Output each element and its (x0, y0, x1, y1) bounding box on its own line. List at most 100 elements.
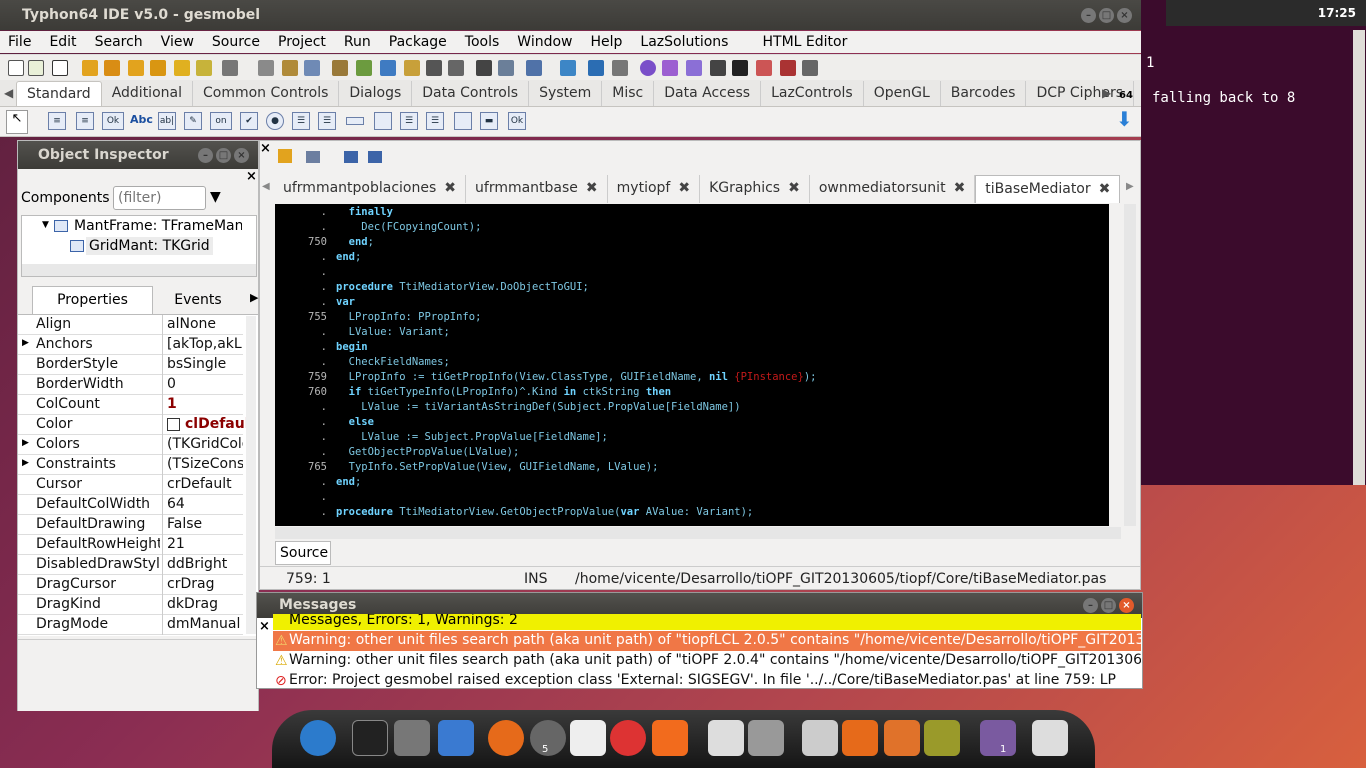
expand-icon[interactable]: ▶ (22, 438, 29, 448)
close-icon[interactable]: × (260, 141, 271, 161)
trash-icon[interactable] (1032, 720, 1068, 756)
combobox-icon[interactable]: ☰ (318, 112, 336, 130)
new-form-icon[interactable] (28, 60, 44, 76)
network-icon[interactable] (560, 60, 576, 76)
edit-icon[interactable]: ab| (158, 112, 176, 130)
clock[interactable]: 17:25 (1166, 0, 1366, 26)
code-line[interactable]: . GetObjectPropValue(LValue); (275, 446, 1109, 461)
menu-project[interactable]: Project (270, 34, 336, 50)
label-icon[interactable]: Abc (130, 112, 153, 130)
groupbox-icon[interactable] (374, 112, 392, 130)
file-tab[interactable]: ufrmmantpoblaciones ✖ (274, 175, 467, 203)
popupmenu-icon[interactable]: ≡ (76, 112, 94, 130)
property-value[interactable]: bsSingle (167, 356, 243, 372)
accessibility-icon[interactable] (300, 720, 336, 756)
property-row[interactable]: BorderWidth 0 (18, 375, 243, 395)
code-line[interactable]: . (275, 266, 1109, 281)
close-icon[interactable]: × (234, 148, 249, 163)
tab-system[interactable]: System (529, 81, 603, 106)
right-arrow-icon[interactable]: ▶ (1126, 181, 1134, 192)
right-arrow-icon[interactable]: ▶ (250, 291, 258, 304)
maximize-icon[interactable]: □ (1101, 598, 1116, 613)
actionlist-icon[interactable]: Ok (508, 112, 526, 130)
menu-run[interactable]: Run (336, 34, 381, 50)
left-arrow-icon[interactable]: ◀ (262, 181, 270, 192)
code-line[interactable]: . begin (275, 341, 1109, 356)
mainmenu-icon[interactable]: ≡ (48, 112, 66, 130)
help-icon[interactable] (394, 720, 430, 756)
chat-icon[interactable] (570, 720, 606, 756)
file-tab[interactable]: mytiopf ✖ (608, 175, 701, 203)
binoculars-icon[interactable] (476, 60, 492, 76)
tab-misc[interactable]: Misc (602, 81, 655, 106)
tab-properties[interactable]: Properties (32, 286, 153, 314)
project-options-icon[interactable] (332, 60, 348, 76)
open-icon[interactable] (82, 60, 98, 76)
code-line[interactable]: . end; (275, 251, 1109, 266)
menu-file[interactable]: File (0, 34, 41, 50)
jump-icon[interactable] (306, 151, 320, 163)
button-icon[interactable]: Ok (102, 112, 124, 130)
property-row[interactable]: ▶ Constraints (TSizeCons (18, 455, 243, 475)
text-editor-icon[interactable] (802, 720, 838, 756)
view-forms-icon[interactable] (258, 60, 274, 76)
code-line[interactable]: . (275, 491, 1109, 506)
code-line[interactable]: . LValue := tiVariantAsStringDef(Subject… (275, 401, 1109, 416)
file-tab[interactable]: ownmediatorsunit ✖ (810, 175, 976, 203)
property-row[interactable]: Cursor crDefault (18, 475, 243, 495)
tab-events[interactable]: Events (158, 292, 238, 308)
backup-icon[interactable] (842, 720, 878, 756)
file-tab[interactable]: KGraphics ✖ (700, 175, 810, 203)
code-line[interactable]: . LValue: Variant; (275, 326, 1109, 341)
expand-icon[interactable]: ▶ (22, 338, 29, 348)
radiobutton-icon[interactable]: ● (266, 112, 284, 130)
expand-icon[interactable]: ▶ (22, 458, 29, 468)
pause-icon[interactable] (710, 60, 726, 76)
toggle-icon[interactable] (196, 60, 212, 76)
code-line[interactable]: . finally (275, 206, 1109, 221)
listbox-icon[interactable]: ☰ (292, 112, 310, 130)
tab-lazcontrols[interactable]: LazControls (761, 81, 864, 106)
step-over-icon[interactable] (780, 60, 796, 76)
property-value[interactable]: 21 (167, 536, 243, 552)
tab-dialogs[interactable]: Dialogs (339, 81, 413, 106)
property-value[interactable]: dkDrag (167, 596, 243, 612)
code-line[interactable]: 755 LPropInfo: PPropInfo; (275, 311, 1109, 326)
property-value[interactable]: dmManual (167, 616, 243, 632)
property-row[interactable]: Align alNone (18, 315, 243, 335)
property-value[interactable]: (TKGridColo (167, 436, 243, 452)
property-scrollbar[interactable] (246, 316, 256, 634)
code-vscrollbar[interactable] (1124, 204, 1136, 526)
code-line[interactable]: . procedure TtiMediatorView.GetObjectProp… (275, 506, 1109, 521)
checkbox-icon[interactable]: ✔ (240, 112, 258, 130)
message-error[interactable]: ⊘ Error: Project gesmobel raised excepti… (273, 671, 1141, 691)
build-icon[interactable] (380, 60, 396, 76)
panel-icon[interactable] (454, 112, 472, 130)
menu-package[interactable]: Package (381, 34, 457, 50)
tab-additional[interactable]: Additional (102, 81, 193, 106)
software-center-icon[interactable] (652, 720, 688, 756)
impress-icon[interactable] (708, 720, 744, 756)
scissors-icon[interactable] (612, 60, 628, 76)
message-warning-selected[interactable]: ⚠ Warning: other unit files search path … (273, 631, 1141, 651)
typhon-icon[interactable] (438, 720, 474, 756)
pointer-icon[interactable]: ↖ (6, 110, 28, 134)
message-warning[interactable]: ⚠ Warning: other unit files search path … (273, 651, 1141, 671)
stop-icon[interactable] (732, 60, 748, 76)
save-all-icon[interactable] (150, 60, 166, 76)
new-file-icon[interactable] (8, 60, 24, 76)
checkgroup-icon[interactable]: ☰ (426, 112, 444, 130)
open-recent-icon[interactable] (104, 60, 120, 76)
tree-item-gridmant[interactable]: GridMant: TKGrid (86, 237, 213, 255)
terminal-icon[interactable] (352, 720, 388, 756)
property-row[interactable]: DefaultRowHeight 21 (18, 535, 243, 555)
tab-standard[interactable]: Standard (16, 81, 102, 106)
file-tab-active[interactable]: tiBaseMediator ✖ (975, 175, 1121, 203)
property-row[interactable]: ColCount 1 (18, 395, 243, 415)
maximize-icon[interactable]: □ (1099, 8, 1114, 23)
code-line[interactable]: . Dec(FCopyingCount); (275, 221, 1109, 236)
tab-dcp-ciphers[interactable]: DCP Ciphers (1026, 81, 1134, 106)
menu-html-editor[interactable]: HTML Editor (754, 34, 857, 50)
memo-icon[interactable]: ✎ (184, 112, 202, 130)
gear-purple-icon[interactable] (640, 60, 656, 76)
